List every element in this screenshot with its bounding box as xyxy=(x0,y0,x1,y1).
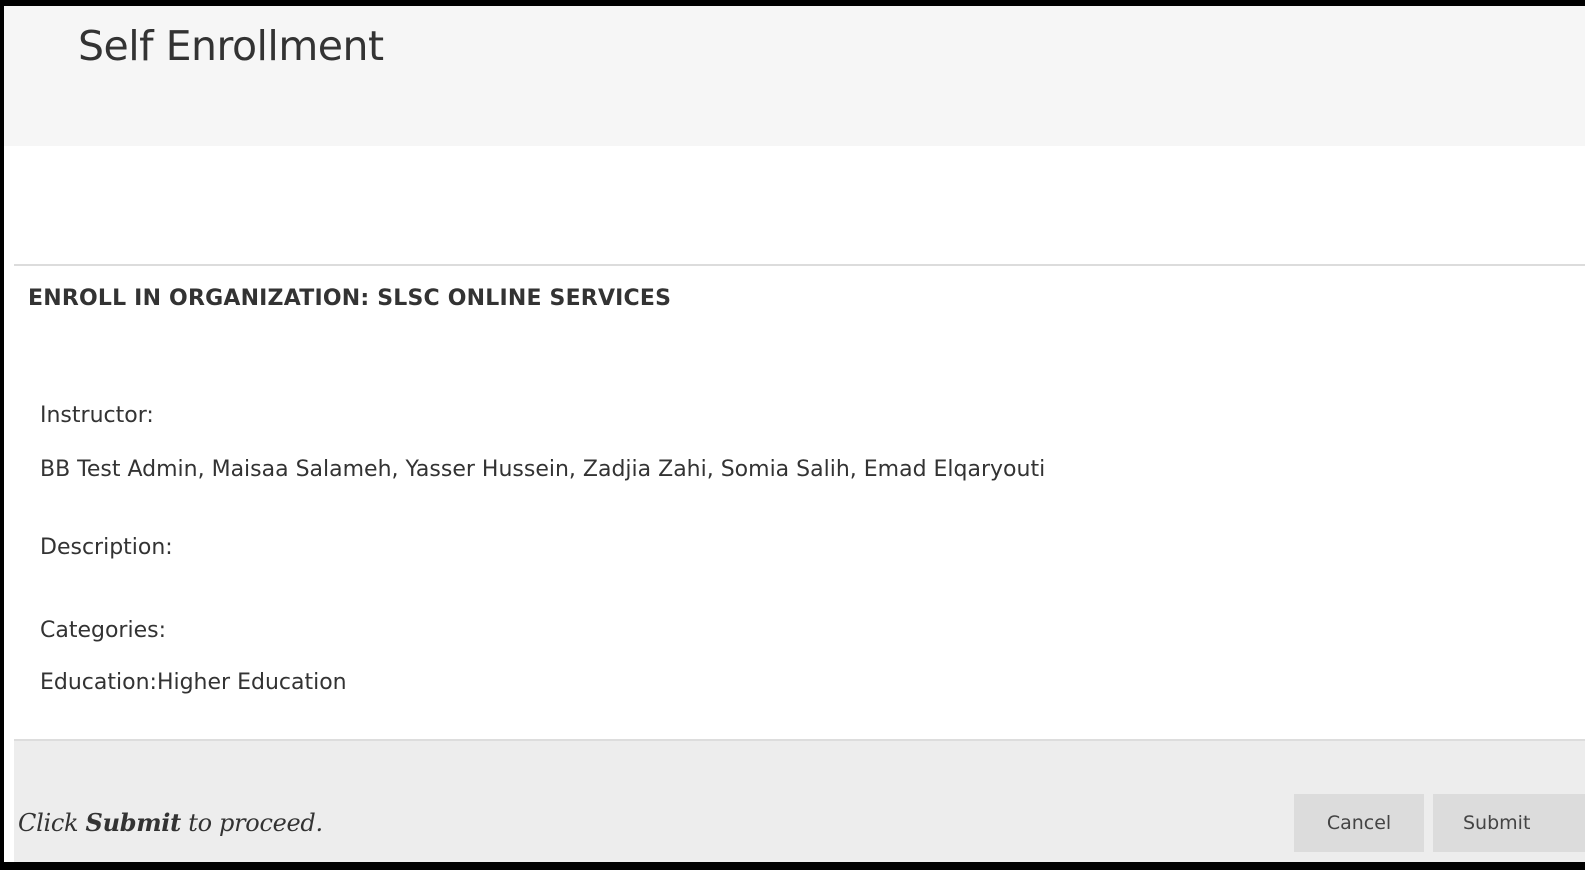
page-header: Self Enrollment xyxy=(4,6,1585,146)
instructor-value: BB Test Admin, Maisaa Salameh, Yasser Hu… xyxy=(40,457,1046,482)
submit-hint: Click Submit to proceed. xyxy=(18,808,323,837)
hint-suffix: to proceed. xyxy=(180,809,323,837)
cancel-button[interactable]: Cancel xyxy=(1294,794,1424,852)
description-label: Description: xyxy=(40,535,173,560)
categories-label: Categories: xyxy=(40,618,166,643)
enrollment-window: Self Enrollment ENROLL IN ORGANIZATION: … xyxy=(4,6,1585,862)
section-heading: ENROLL IN ORGANIZATION: SLSC ONLINE SERV… xyxy=(28,286,672,311)
instructor-label: Instructor: xyxy=(40,403,154,428)
hint-emphasis: Submit xyxy=(85,808,182,837)
section-divider xyxy=(14,264,1585,266)
submit-button[interactable]: Submit xyxy=(1433,794,1585,852)
page-title: Self Enrollment xyxy=(78,22,384,70)
hint-prefix: Click xyxy=(18,809,86,837)
categories-value: Education:Higher Education xyxy=(40,670,347,695)
